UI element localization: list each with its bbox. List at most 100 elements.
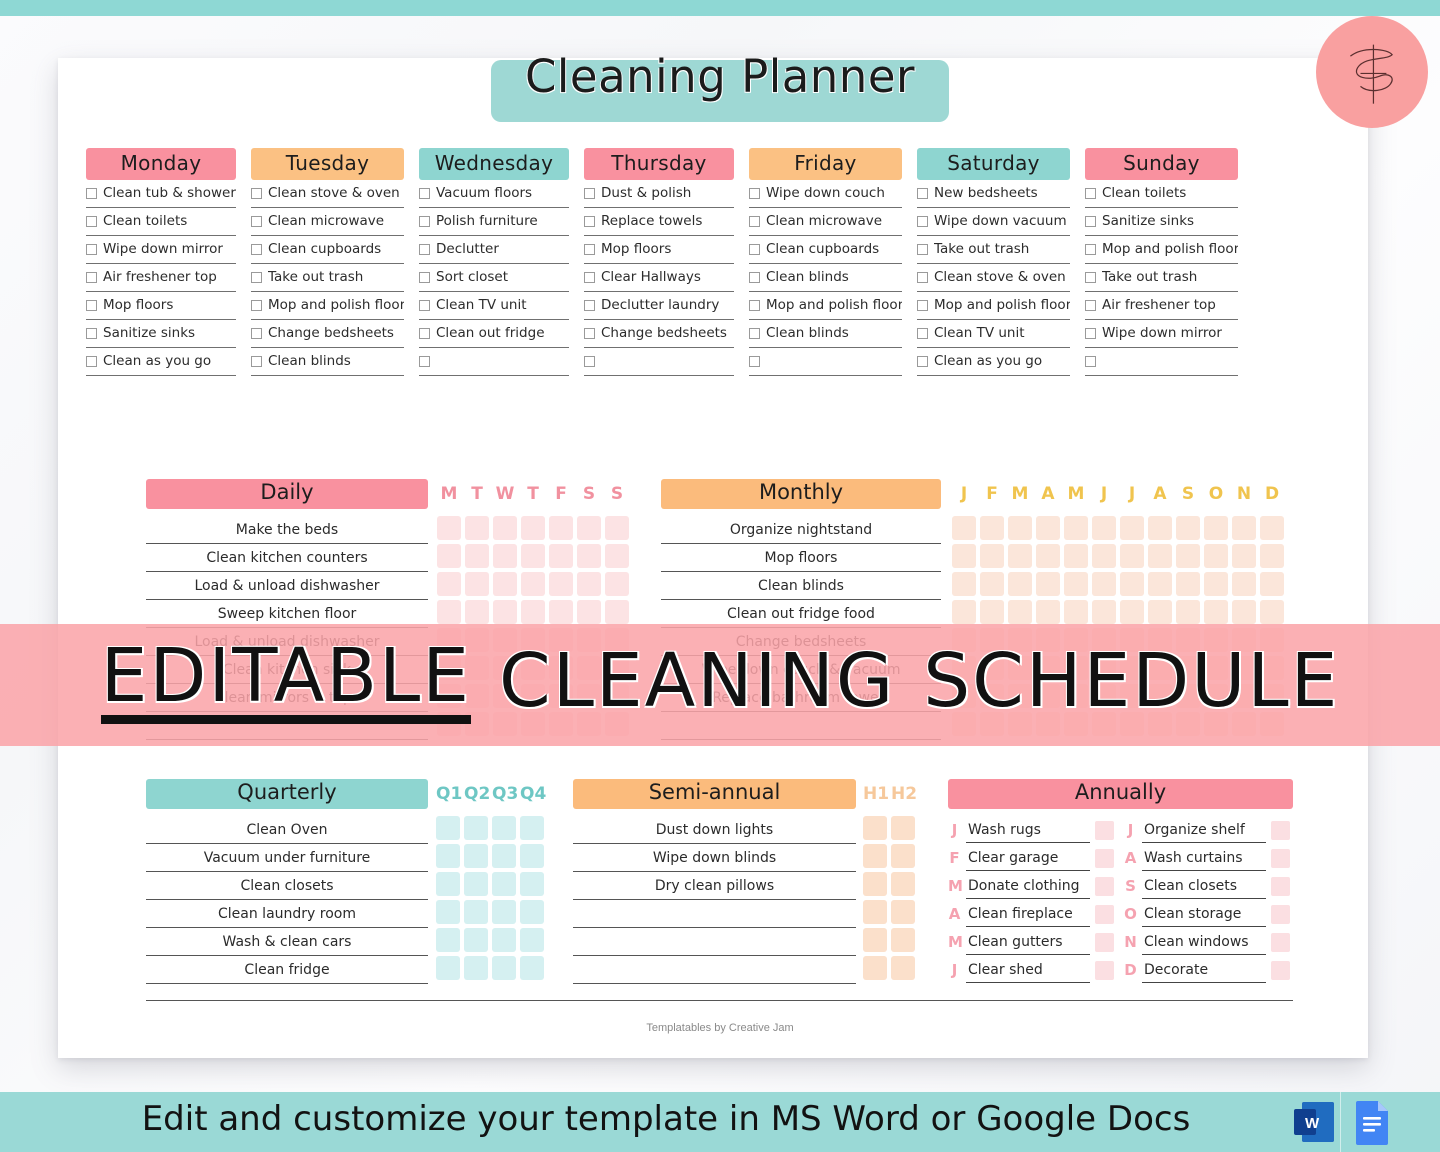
monthly-grid-cell[interactable] xyxy=(952,516,976,540)
semi_annual-grid-cell[interactable] xyxy=(891,928,915,952)
daily-grid-cell[interactable] xyxy=(521,600,545,624)
monthly-grid-cell[interactable] xyxy=(980,572,1004,596)
quarterly-grid-cell[interactable] xyxy=(520,928,544,952)
quarterly-grid-cell[interactable] xyxy=(436,956,460,980)
daily-grid-cell[interactable] xyxy=(577,544,601,568)
monthly-grid-cell[interactable] xyxy=(980,600,1004,624)
task-checkbox[interactable] xyxy=(419,327,430,339)
annually-item-label[interactable]: Wash curtains xyxy=(1142,845,1266,871)
task-checkbox[interactable] xyxy=(86,215,97,227)
monthly-grid-cell[interactable] xyxy=(1176,516,1200,540)
task-checkbox[interactable] xyxy=(584,299,595,311)
quarterly-grid-cell[interactable] xyxy=(492,956,516,980)
semi_annual-grid-cell[interactable] xyxy=(863,900,887,924)
task-checkbox[interactable] xyxy=(749,271,760,283)
quarterly-grid-cell[interactable] xyxy=(436,872,460,896)
task-checkbox[interactable] xyxy=(251,271,262,283)
monthly-grid-cell[interactable] xyxy=(1036,572,1060,596)
semi_annual-grid-cell[interactable] xyxy=(863,844,887,868)
monthly-grid-cell[interactable] xyxy=(1176,572,1200,596)
task-checkbox[interactable] xyxy=(1085,215,1096,227)
monthly-grid-cell[interactable] xyxy=(980,516,1004,540)
daily-item[interactable]: Make the beds xyxy=(146,516,428,544)
annually-item-label[interactable]: Clean closets xyxy=(1142,873,1266,899)
quarterly-grid-cell[interactable] xyxy=(436,928,460,952)
semi_annual-item[interactable]: Dry clean pillows xyxy=(573,872,856,900)
quarterly-grid-cell[interactable] xyxy=(520,844,544,868)
monthly-grid-cell[interactable] xyxy=(1008,544,1032,568)
annually-item-label[interactable]: Wash rugs xyxy=(966,817,1090,843)
quarterly-item[interactable]: Clean laundry room xyxy=(146,900,428,928)
daily-grid-cell[interactable] xyxy=(577,572,601,596)
monthly-grid-cell[interactable] xyxy=(1232,544,1256,568)
semi_annual-grid-cell[interactable] xyxy=(863,956,887,980)
quarterly-grid-cell[interactable] xyxy=(464,900,488,924)
daily-grid-cell[interactable] xyxy=(605,516,629,540)
daily-grid-cell[interactable] xyxy=(549,544,573,568)
task-checkbox[interactable] xyxy=(917,299,928,311)
monthly-grid-cell[interactable] xyxy=(1260,572,1284,596)
monthly-grid-cell[interactable] xyxy=(1092,516,1116,540)
quarterly-item[interactable]: Wash & clean cars xyxy=(146,928,428,956)
quarterly-item[interactable]: Vacuum under furniture xyxy=(146,844,428,872)
task-checkbox[interactable] xyxy=(584,355,595,367)
semi_annual-item[interactable] xyxy=(573,928,856,956)
daily-grid-cell[interactable] xyxy=(605,572,629,596)
monthly-item[interactable]: Organize nightstand xyxy=(661,516,941,544)
annually-checkbox[interactable] xyxy=(1271,820,1290,840)
daily-grid-cell[interactable] xyxy=(605,600,629,624)
daily-grid-cell[interactable] xyxy=(493,544,517,568)
semi_annual-grid-cell[interactable] xyxy=(891,872,915,896)
task-checkbox[interactable] xyxy=(1085,187,1096,199)
quarterly-item[interactable]: Clean fridge xyxy=(146,956,428,984)
monthly-grid-cell[interactable] xyxy=(1120,544,1144,568)
annually-item-label[interactable]: Clear garage xyxy=(966,845,1090,871)
quarterly-grid-cell[interactable] xyxy=(492,928,516,952)
annually-checkbox[interactable] xyxy=(1095,932,1114,952)
annually-checkbox[interactable] xyxy=(1095,820,1114,840)
daily-grid-cell[interactable] xyxy=(493,572,517,596)
daily-grid-cell[interactable] xyxy=(549,600,573,624)
monthly-grid-cell[interactable] xyxy=(1036,600,1060,624)
monthly-grid-cell[interactable] xyxy=(952,600,976,624)
quarterly-grid-cell[interactable] xyxy=(436,900,460,924)
daily-grid-cell[interactable] xyxy=(437,600,461,624)
annually-item-label[interactable]: Clean fireplace xyxy=(966,901,1090,927)
monthly-grid-cell[interactable] xyxy=(980,544,1004,568)
daily-grid-cell[interactable] xyxy=(577,600,601,624)
semi_annual-item[interactable] xyxy=(573,956,856,984)
monthly-grid-cell[interactable] xyxy=(1204,600,1228,624)
quarterly-grid-cell[interactable] xyxy=(464,956,488,980)
monthly-grid-cell[interactable] xyxy=(1064,600,1088,624)
daily-grid-cell[interactable] xyxy=(465,572,489,596)
quarterly-grid-cell[interactable] xyxy=(464,872,488,896)
semi_annual-grid-cell[interactable] xyxy=(891,844,915,868)
quarterly-grid-cell[interactable] xyxy=(520,816,544,840)
monthly-item[interactable]: Clean blinds xyxy=(661,572,941,600)
task-checkbox[interactable] xyxy=(917,215,928,227)
google-docs-icon[interactable] xyxy=(1350,1098,1394,1146)
task-checkbox[interactable] xyxy=(584,215,595,227)
task-checkbox[interactable] xyxy=(749,215,760,227)
monthly-grid-cell[interactable] xyxy=(1120,572,1144,596)
task-checkbox[interactable] xyxy=(419,187,430,199)
monthly-grid-cell[interactable] xyxy=(1064,572,1088,596)
semi_annual-item[interactable]: Dust down lights xyxy=(573,816,856,844)
task-checkbox[interactable] xyxy=(86,327,97,339)
monthly-grid-cell[interactable] xyxy=(1204,516,1228,540)
task-checkbox[interactable] xyxy=(251,215,262,227)
task-checkbox[interactable] xyxy=(584,187,595,199)
annually-item-label[interactable]: Decorate xyxy=(1142,957,1266,983)
daily-grid-cell[interactable] xyxy=(437,544,461,568)
annually-checkbox[interactable] xyxy=(1271,876,1290,896)
monthly-grid-cell[interactable] xyxy=(1036,516,1060,540)
monthly-grid-cell[interactable] xyxy=(1120,516,1144,540)
monthly-grid-cell[interactable] xyxy=(1232,516,1256,540)
monthly-grid-cell[interactable] xyxy=(1260,516,1284,540)
semi_annual-grid-cell[interactable] xyxy=(891,956,915,980)
quarterly-grid-cell[interactable] xyxy=(464,928,488,952)
monthly-grid-cell[interactable] xyxy=(952,544,976,568)
task-checkbox[interactable] xyxy=(584,327,595,339)
quarterly-item[interactable]: Clean closets xyxy=(146,872,428,900)
annually-item-label[interactable]: Clean gutters xyxy=(966,929,1090,955)
